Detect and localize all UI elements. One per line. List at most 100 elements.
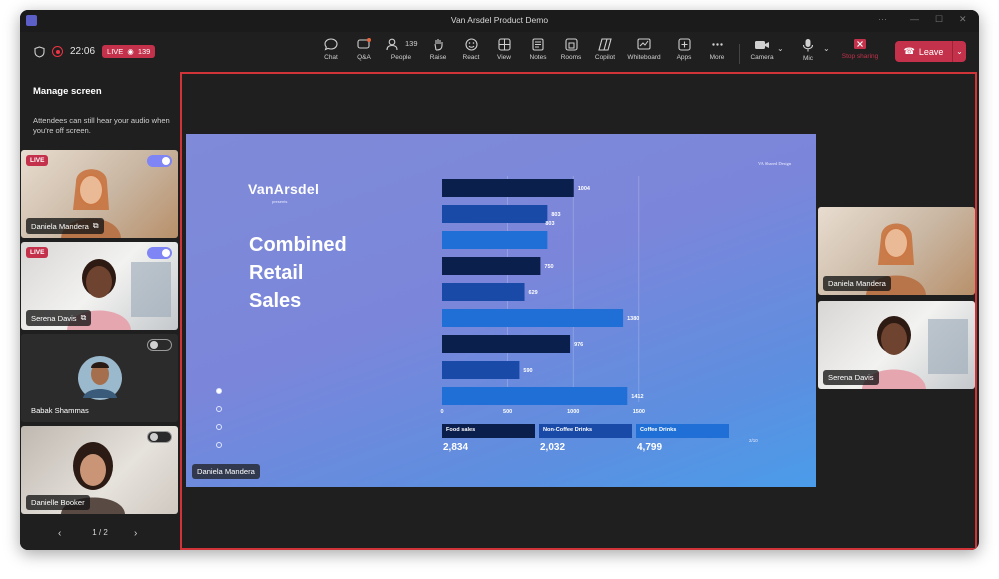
- bar-value-label: 803: [545, 221, 554, 227]
- live-label: LIVE: [107, 47, 124, 56]
- total-noncoffee: 2,032: [540, 442, 566, 453]
- participant-name-tag: Serena Davis: [823, 370, 879, 385]
- chart-bar: [442, 231, 548, 249]
- raise-hand-icon: [433, 39, 443, 51]
- chat-icon: [324, 38, 338, 51]
- participant-name-tag: Babak Shammas: [26, 403, 94, 418]
- apps-label: Apps: [676, 54, 692, 61]
- brand-logo: VanArsdel: [248, 181, 320, 197]
- bar-value-label: 1004: [578, 186, 591, 192]
- whiteboard-button[interactable]: Whiteboard: [627, 38, 661, 61]
- bar-value-label: 590: [523, 368, 532, 374]
- presentation-slide: 0 500 1000 1500 1004 803 803 750 629 1380 976 590 14…: [186, 134, 816, 487]
- x-tick-label: 1500: [633, 409, 645, 415]
- meeting-toolbar: 22:06 LIVE ◉ 139 Chat Q&A People 139 Rai…: [20, 32, 979, 72]
- toolbar-divider: [739, 44, 740, 64]
- stop-sharing-button[interactable]: Stop sharing: [834, 38, 886, 60]
- copilot-button[interactable]: Copilot: [588, 38, 622, 61]
- shared-screen-stage: 0 500 1000 1500 1004 803 803 750 629 1380 976 590 14…: [180, 72, 977, 550]
- mic-button[interactable]: Mic: [791, 38, 825, 62]
- react-icon: [464, 38, 478, 51]
- more-icon: [711, 43, 723, 46]
- whiteboard-icon: [637, 38, 651, 50]
- x-tick-label: 0: [440, 409, 443, 415]
- eye-icon: ◉: [127, 47, 134, 56]
- next-page-icon[interactable]: ›: [134, 528, 137, 539]
- on-screen-toggle[interactable]: [147, 247, 172, 259]
- people-button[interactable]: People 139: [384, 38, 418, 61]
- stop-sharing-icon: [854, 39, 866, 49]
- bar-value-label: 976: [574, 342, 583, 348]
- maximize-icon[interactable]: ☐: [935, 14, 943, 25]
- apps-button[interactable]: Apps: [667, 38, 701, 61]
- progress-dot: [216, 406, 222, 412]
- on-screen-toggle[interactable]: [147, 155, 172, 167]
- close-icon[interactable]: ✕: [959, 14, 967, 25]
- shield-icon: [34, 45, 45, 58]
- copilot-label: Copilot: [594, 54, 616, 61]
- people-label: People: [390, 54, 412, 61]
- on-screen-toggle[interactable]: [147, 431, 172, 443]
- slide-progress-dots: [216, 388, 222, 460]
- previous-page-icon[interactable]: ‹: [58, 528, 61, 539]
- legend-noncoffee: Non-Coffee Drinks: [539, 424, 632, 438]
- bar-value-label: 1380: [627, 316, 639, 322]
- participant-name-tag: Daniela Mandera: [823, 276, 891, 291]
- camera-options-chevron-icon[interactable]: ⌄: [777, 44, 784, 53]
- participant-name: Danielle Booker: [31, 498, 85, 507]
- viewer-count: 139: [137, 47, 151, 56]
- slide-headline: Combined Retail Sales: [249, 231, 389, 315]
- mic-icon: [802, 39, 814, 52]
- participant-tile[interactable]: Babak Shammas: [21, 334, 178, 422]
- teams-window: Van Arsdel Product Demo ··· — ☐ ✕ 22:06 …: [20, 10, 979, 550]
- mic-options-chevron-icon[interactable]: ⌄: [823, 44, 830, 53]
- chart-bar: [442, 335, 571, 353]
- camera-button[interactable]: Camera: [745, 38, 779, 61]
- title-bar: Van Arsdel Product Demo ··· — ☐ ✕: [20, 10, 979, 32]
- participant-name: Serena Davis: [828, 373, 874, 382]
- participant-name: Babak Shammas: [31, 406, 89, 415]
- stage-participant-tile[interactable]: Daniela Mandera: [818, 207, 975, 295]
- more-options-icon[interactable]: ···: [878, 14, 887, 24]
- participant-name-tag: Daniela Mandera ⧉: [26, 218, 104, 234]
- leave-label: Leave: [918, 46, 944, 57]
- bar-value-label: 750: [544, 264, 553, 270]
- rooms-button[interactable]: Rooms: [554, 38, 588, 61]
- progress-dot: [216, 388, 222, 394]
- participant-tile[interactable]: Danielle Booker: [21, 426, 178, 514]
- live-tag: LIVE: [26, 247, 49, 258]
- notes-button[interactable]: Notes: [521, 38, 555, 61]
- qna-icon: [357, 38, 371, 49]
- meeting-time: 22:06: [70, 46, 96, 57]
- qna-button[interactable]: Q&A: [347, 38, 381, 61]
- total-food: 2,834: [443, 442, 469, 453]
- more-button[interactable]: More: [700, 38, 734, 61]
- participant-name: Daniela Mandera: [31, 221, 89, 231]
- on-screen-toggle[interactable]: [147, 339, 172, 351]
- recording-icon: [52, 46, 63, 57]
- minimize-icon[interactable]: —: [910, 14, 919, 24]
- participant-tile[interactable]: LIVE Daniela Mandera ⧉: [21, 150, 178, 238]
- bar-value-label: 1412: [631, 394, 643, 400]
- headline-line: Retail: [249, 262, 304, 284]
- live-tag: LIVE: [26, 155, 49, 166]
- bar-value-label: 803: [551, 212, 560, 218]
- chat-button[interactable]: Chat: [314, 38, 348, 61]
- view-button[interactable]: View: [487, 38, 521, 61]
- screen-share-icon: ⧉: [80, 313, 87, 322]
- leave-button[interactable]: ☎ Leave ⌄: [895, 41, 966, 62]
- headline-line: Sales: [249, 290, 302, 312]
- participant-name: Daniela Mandera: [828, 279, 886, 288]
- slide-page-number: 2/10: [749, 438, 758, 443]
- raise-hand-button[interactable]: Raise: [421, 38, 455, 61]
- chart-bar: [442, 309, 624, 327]
- leave-options-chevron-icon[interactable]: ⌄: [952, 41, 966, 62]
- meeting-status: 22:06 LIVE ◉ 139: [34, 45, 156, 58]
- participant-tile[interactable]: LIVE Serena Davis ⧉: [21, 242, 178, 330]
- raise-label: Raise: [429, 54, 447, 61]
- mic-label: Mic: [802, 55, 814, 62]
- copilot-icon: [598, 38, 612, 51]
- stage-participant-tile[interactable]: Serena Davis: [818, 301, 975, 389]
- react-button[interactable]: React: [454, 38, 488, 61]
- panel-note: Attendees can still hear your audio when…: [33, 116, 170, 135]
